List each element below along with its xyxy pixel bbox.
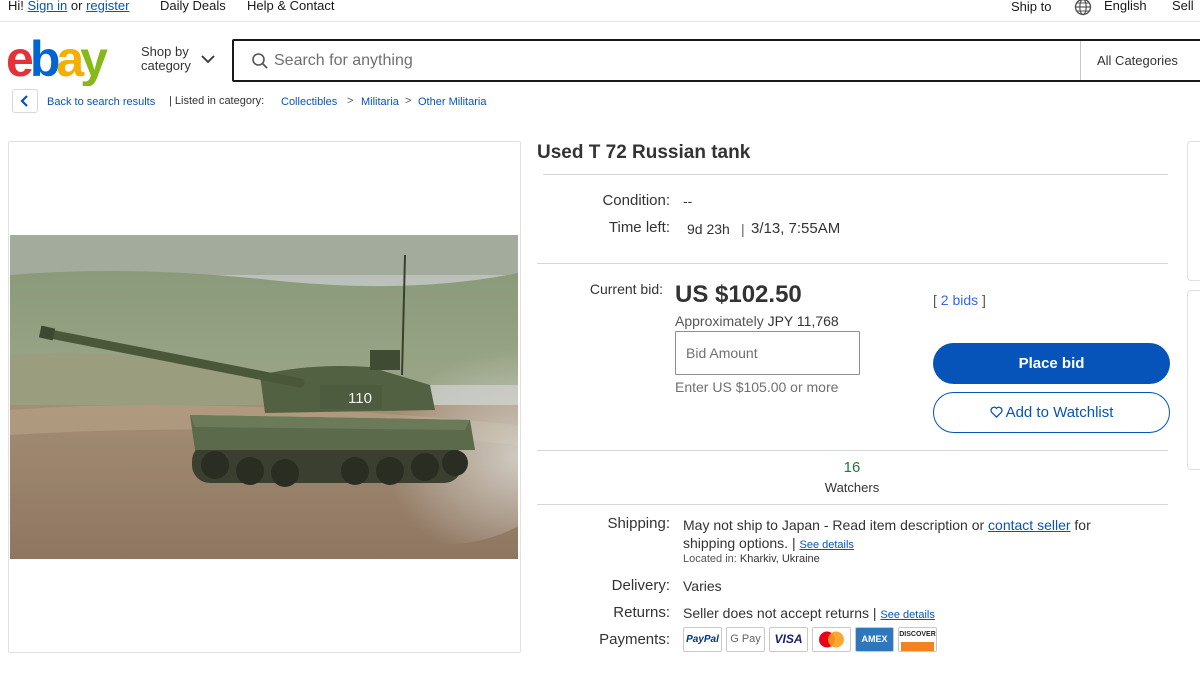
category-select[interactable]: All Categories [1097,53,1178,68]
amex-icon: AMEX [855,627,894,652]
search-bar: All Categories [232,39,1200,82]
delivery-label: Delivery: [611,577,670,594]
time-left-label: Time left: [608,219,670,236]
located-label: Located in: [683,553,737,565]
watchers-label: Watchers [824,480,880,495]
daily-deals-link[interactable]: Daily Deals [160,0,226,13]
shop-by-label: Shop by [141,44,189,59]
heart-icon [990,406,1003,418]
breadcrumb-separator: > [405,95,412,107]
register-link[interactable]: register [86,0,129,13]
returns-info: Seller does not accept returns | See det… [683,605,935,621]
divider [537,263,1168,264]
condition-label: Condition: [602,192,670,209]
contact-seller-link[interactable]: contact seller [988,517,1070,533]
shop-by-category-button[interactable]: Shop by category [141,45,191,73]
approx-label: Approximately [675,313,764,329]
visa-icon: VISA [769,627,808,652]
shipping-see-details-link[interactable]: See details [800,539,854,551]
bid-bracket-open: [ [933,292,937,308]
sell-link[interactable]: Sell [1172,0,1194,13]
bid-count: [ 2 bids ] [933,292,986,308]
returns-value: Seller does not accept returns | [683,605,877,621]
discover-icon: DISCOVER [898,627,937,652]
approx-value: JPY 11,768 [767,313,839,329]
sign-in-link[interactable]: Sign in [28,0,68,13]
breadcrumb-collectibles[interactable]: Collectibles [281,96,337,108]
search-divider [1080,41,1081,80]
chevron-down-icon[interactable] [200,53,216,65]
breadcrumb-other-militaria[interactable]: Other Militaria [418,96,486,108]
svg-text:ebay: ebay [6,32,108,86]
google-pay-icon: G Pay [726,627,765,652]
bid-bracket-close: ] [982,292,986,308]
language-selector[interactable]: English [1104,0,1147,13]
side-panel [1187,141,1200,281]
help-contact-link[interactable]: Help & Contact [247,0,334,13]
ship-to-button[interactable]: Ship to [1011,0,1051,14]
bid-hint: Enter US $105.00 or more [675,379,839,395]
back-button[interactable] [12,89,38,113]
bid-amount-input[interactable] [675,331,860,375]
place-bid-button[interactable]: Place bid [933,343,1170,384]
time-left-value: 9d 23h [687,221,730,237]
add-to-watchlist-button[interactable]: Add to Watchlist [933,392,1170,433]
globe-icon[interactable] [1074,0,1092,16]
approximate-price: Approximately JPY 11,768 [675,313,839,329]
search-input[interactable] [274,47,1054,75]
greeting-area: Hi! Sign in or register [8,0,129,13]
tank-number-marking: 110 [348,390,372,407]
shipping-text-for: for [1074,517,1091,533]
or-text: or [70,0,83,13]
delivery-value: Varies [683,578,722,594]
item-title: Used T 72 Russian tank [537,142,751,163]
payments-label: Payments: [599,631,670,648]
returns-see-details-link[interactable]: See details [880,609,934,621]
bids-link[interactable]: 2 bids [941,292,978,308]
top-bar: Hi! Sign in or register Daily Deals Help… [0,0,1200,22]
ebay-logo[interactable]: ebay [6,32,130,86]
current-bid-price: US $102.50 [675,281,802,308]
shipping-text: May not ship to Japan - Read item descri… [683,517,985,533]
search-icon [252,53,268,69]
greeting-text: Hi! [8,0,24,13]
shipping-label: Shipping: [607,515,670,532]
discover-label: DISCOVER [899,631,936,638]
returns-label: Returns: [613,604,670,621]
condition-value: -- [683,193,693,209]
end-time: 3/13, 7:55AM [751,220,841,237]
listed-in-label: | Listed in category: [169,95,265,107]
located-value: Kharkiv, Ukraine [739,553,820,565]
divider [537,450,1168,451]
watchers-count: 16 [843,459,861,476]
chevron-left-icon [20,95,28,107]
breadcrumb-separator: > [347,95,354,107]
breadcrumb-militaria[interactable]: Militaria [361,96,399,108]
back-to-search-link[interactable]: Back to search results [47,96,155,108]
divider [537,504,1168,505]
current-bid-label: Current bid: [589,281,663,297]
divider [543,174,1168,175]
shipping-options-text: shipping options. | [683,535,796,551]
shipping-info: May not ship to Japan - Read item descri… [683,516,1123,554]
tank-photo[interactable]: 110 [10,235,518,559]
category-label: category [141,58,191,73]
side-panel [1187,290,1200,470]
watchlist-label: Add to Watchlist [1005,404,1114,421]
item-location: Located in: Kharkiv, Ukraine [683,553,820,565]
mastercard-icon [812,627,851,652]
time-separator: | [741,221,745,237]
paypal-icon: PayPal [683,627,722,652]
